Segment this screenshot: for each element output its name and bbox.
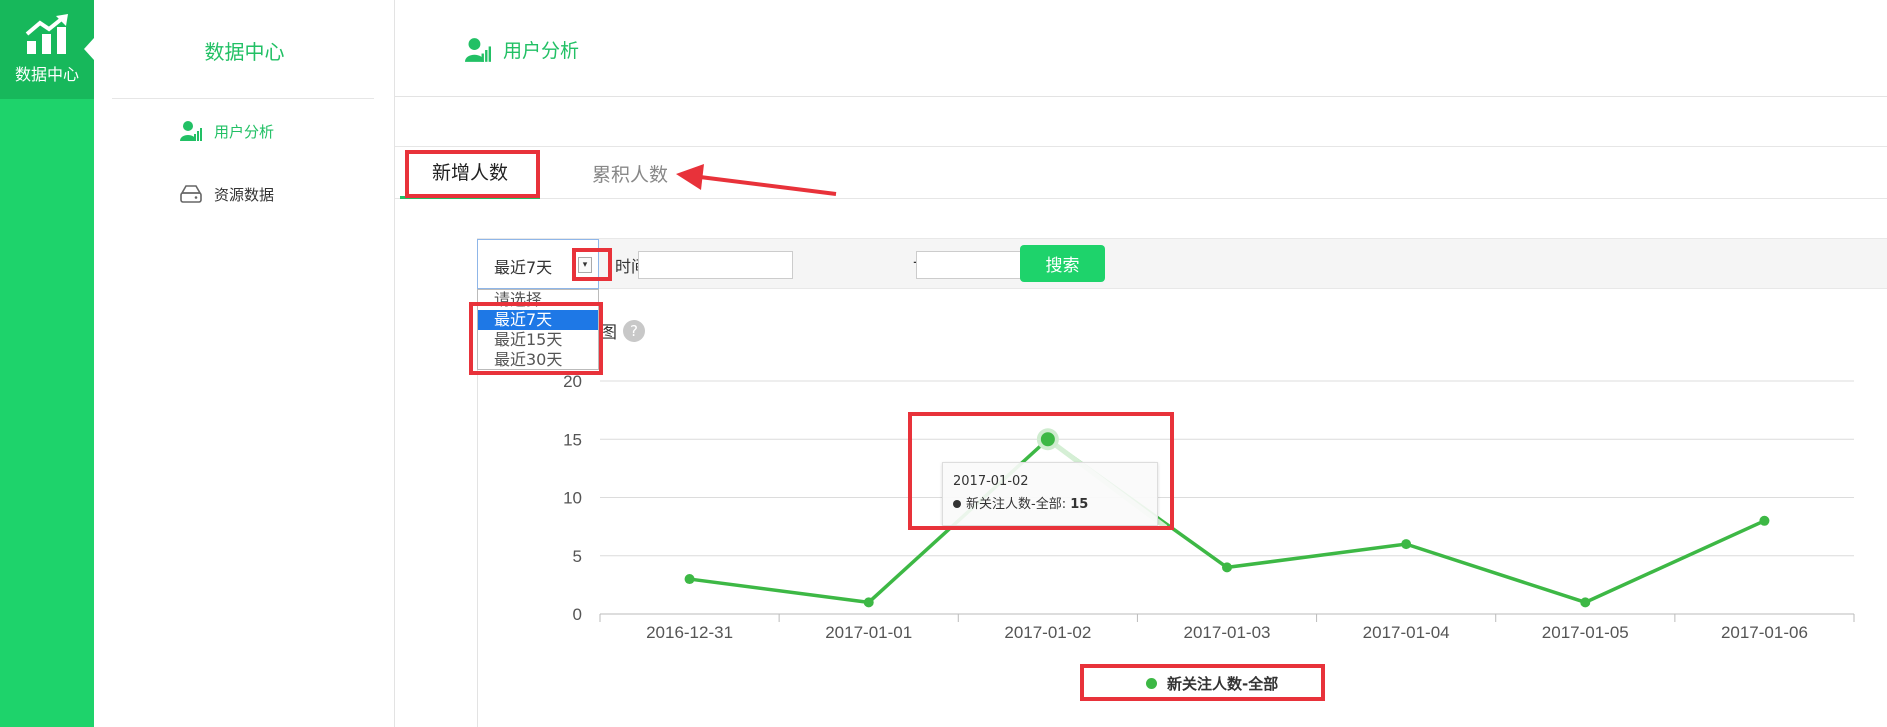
y-tick-label: 20: [563, 372, 582, 391]
tooltip-series: 新关注人数-全部:: [966, 497, 1067, 512]
tooltip-value: 15: [1070, 497, 1089, 512]
data-point: [1759, 515, 1770, 526]
legend-label: 新关注人数-全部: [1167, 675, 1279, 693]
line-chart: 051015202016-12-31 2017-01-01 2017-01-02 20…: [563, 372, 1855, 642]
chart-legend[interactable]: 新关注人数-全部: [1146, 673, 1278, 694]
data-point: [1222, 562, 1232, 573]
y-tick-label: 5: [573, 547, 582, 566]
y-tick-label: 10: [563, 489, 582, 508]
dropdown-option[interactable]: 最近15天: [478, 330, 598, 350]
x-tick-label: 2017-01-02: [1004, 623, 1091, 642]
dropdown-option[interactable]: 最近30天: [478, 350, 598, 370]
data-point-highlighted: [1040, 432, 1055, 447]
x-tick-label: 2017-01-04: [1363, 623, 1450, 642]
dropdown-option[interactable]: 请选择: [478, 290, 598, 310]
data-point: [1580, 597, 1591, 608]
x-tick-label: 2016-12-31: [646, 623, 733, 642]
x-tick-label: 2017-01-01: [825, 623, 912, 642]
x-tick-label: 2017-01-03: [1184, 623, 1271, 642]
x-tick-label: 2017-01-05: [1542, 623, 1629, 642]
data-point: [863, 597, 874, 608]
y-tick-label: 15: [563, 430, 582, 449]
dropdown-option-selected[interactable]: 最近7天: [478, 310, 598, 330]
tooltip-series-dot: [953, 500, 961, 508]
y-tick-label: 0: [573, 605, 582, 624]
series-line: [689, 437, 1766, 605]
data-point: [1401, 539, 1412, 550]
period-dropdown-list: 请选择 最近7天 最近15天 最近30天: [477, 289, 599, 370]
x-tick-label: 2017-01-06: [1721, 623, 1808, 642]
tooltip-date: 2017-01-02: [953, 474, 1029, 489]
app-root: 数据中心 数据中心 用户分析 资源数据 用户分析 新增人数 累积人数 最近7天 …: [0, 0, 1887, 727]
legend-marker: [1146, 678, 1157, 689]
data-point: [684, 574, 695, 585]
chart-tooltip: 2017-01-02 新关注人数-全部: 15: [942, 462, 1158, 526]
